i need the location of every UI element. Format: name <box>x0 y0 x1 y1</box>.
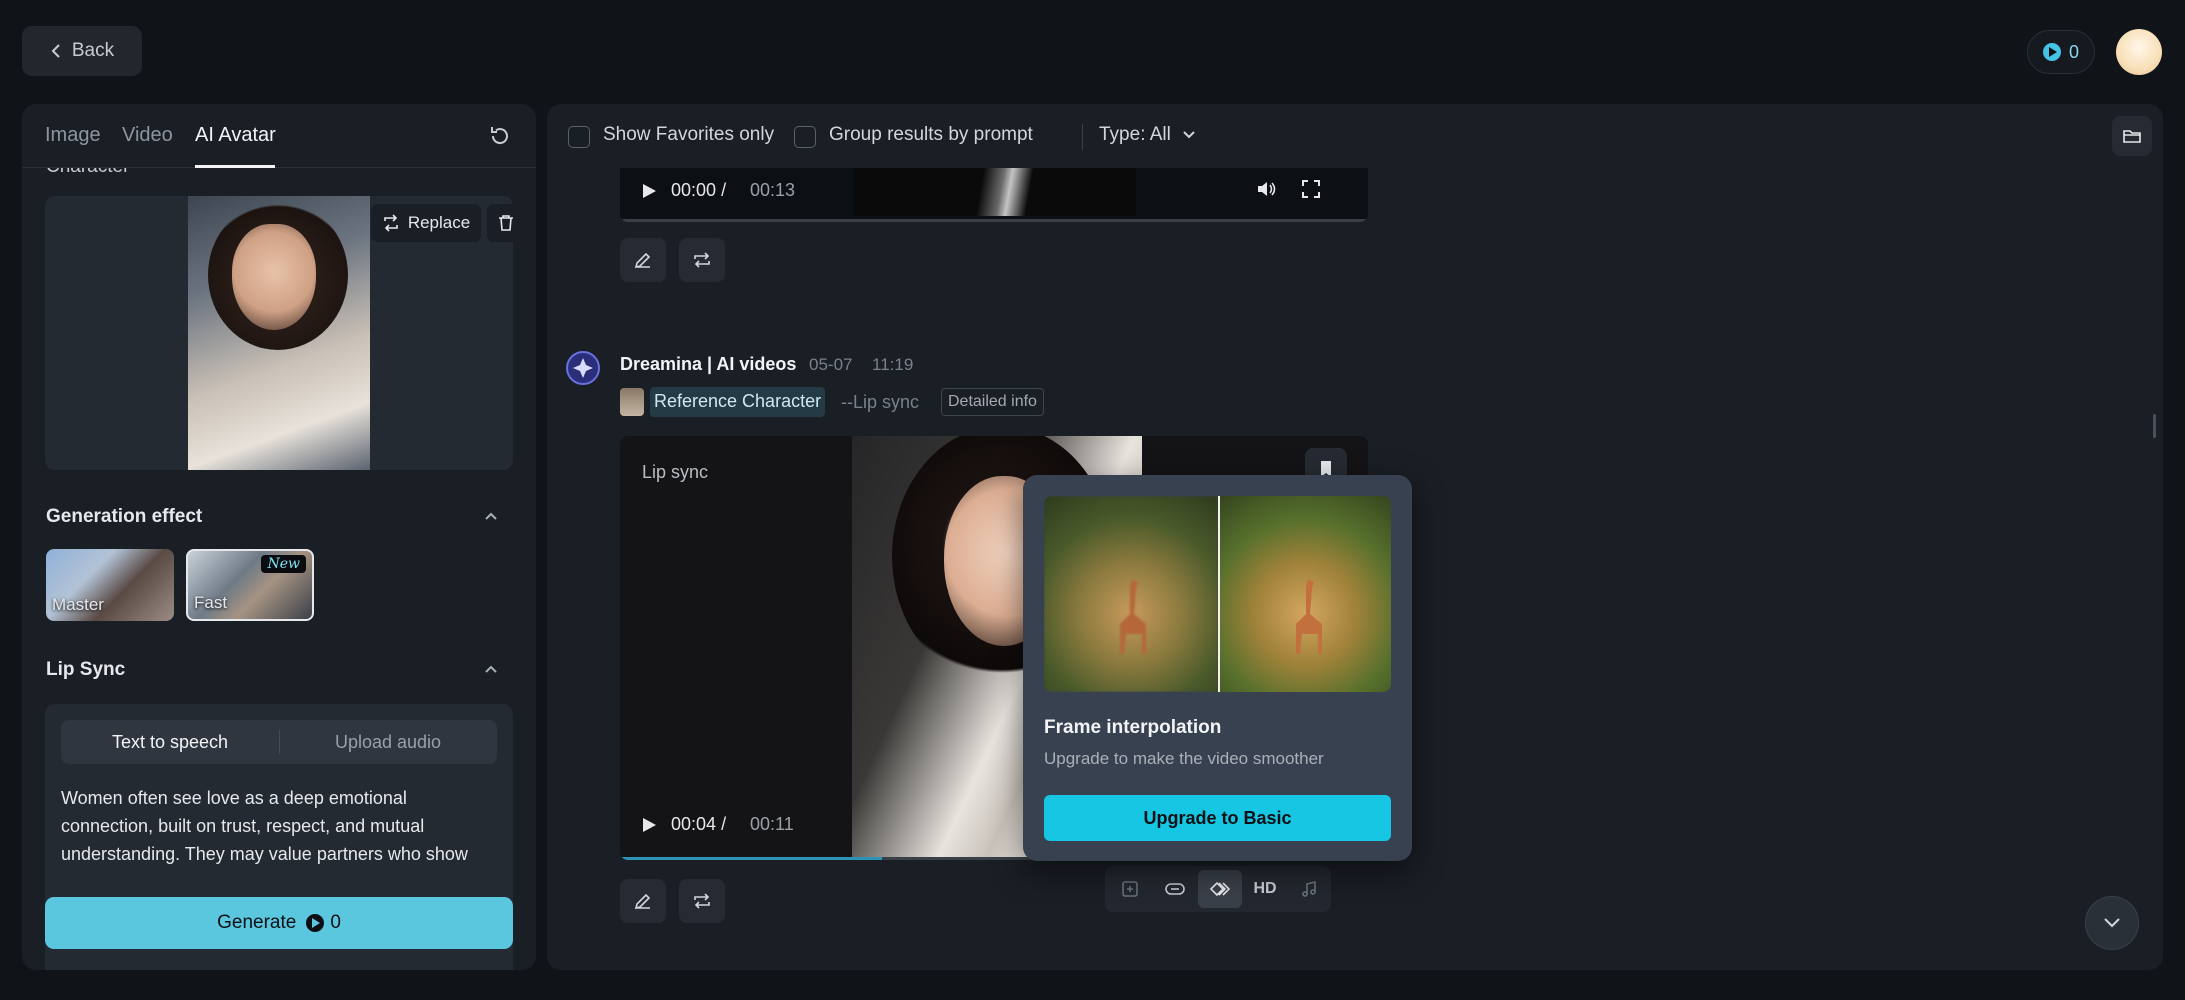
effect-option-master[interactable]: Master <box>46 549 174 621</box>
folder-button[interactable] <box>2112 116 2152 156</box>
scroll-down-button[interactable] <box>2085 896 2139 950</box>
previous-video-player[interactable]: 00:00 / 00:13 <box>620 168 1368 222</box>
volume-icon[interactable] <box>1256 178 1278 200</box>
extend-icon <box>1122 881 1138 897</box>
filter-bar: Show Favorites only Group results by pro… <box>547 104 2163 168</box>
video-label: Lip sync <box>642 462 709 482</box>
result-date: 05-07 <box>809 355 853 374</box>
scrollbar-thumb[interactable] <box>2153 414 2156 438</box>
loop-button[interactable] <box>1153 870 1197 908</box>
favorites-label: Show Favorites only <box>603 124 775 145</box>
type-filter-dropdown[interactable]: Type: All <box>1083 124 1196 146</box>
effect-label: Master <box>52 595 104 614</box>
chevron-up-icon[interactable] <box>483 508 499 524</box>
video-action-toolbar: HD <box>1105 866 1331 912</box>
chevron-down-icon <box>2104 918 2120 928</box>
edit-button[interactable] <box>620 879 666 923</box>
chevron-up-icon[interactable] <box>483 661 499 677</box>
extend-button[interactable] <box>1108 870 1152 908</box>
back-button[interactable]: Back <box>22 26 142 76</box>
generate-button[interactable]: Generate 0 <box>45 897 513 949</box>
reset-icon[interactable] <box>488 124 512 148</box>
reference-thumbnail <box>620 388 644 416</box>
user-avatar[interactable] <box>2116 29 2162 75</box>
music-note-icon <box>1302 880 1316 897</box>
regenerate-button[interactable] <box>679 879 725 923</box>
current-time: 00:04 / <box>671 814 727 834</box>
reference-chip[interactable]: Reference Character <box>650 387 826 417</box>
lip-sync-mode-toggle: Text to speech Upload audio <box>61 720 497 764</box>
play-icon[interactable] <box>640 182 658 200</box>
play-icon[interactable] <box>640 816 658 834</box>
replace-button[interactable]: Replace <box>371 204 481 242</box>
generate-label: Generate <box>217 912 297 933</box>
favorites-checkbox[interactable] <box>568 126 590 148</box>
detailed-info-button[interactable]: Detailed info <box>941 388 1044 416</box>
edit-button[interactable] <box>620 238 666 282</box>
total-time: 00:13 <box>750 180 796 200</box>
frame-interpolation-popup: Frame interpolation Upgrade to make the … <box>1023 475 1412 861</box>
hd-button[interactable]: HD <box>1243 870 1287 908</box>
tab-video[interactable]: Video <box>122 124 173 147</box>
swap-icon <box>384 214 398 232</box>
repeat-icon <box>694 893 710 909</box>
interpolation-icon <box>1209 881 1231 897</box>
trash-icon <box>499 215 513 231</box>
result-source: Dreamina | AI videos <box>620 354 797 374</box>
speech-text-input[interactable]: Women often see love as a deep emotional… <box>61 784 501 868</box>
pencil-icon <box>634 252 651 269</box>
generate-cost: 0 <box>330 912 341 933</box>
tab-ai-avatar[interactable]: AI Avatar <box>195 124 276 147</box>
chevron-left-icon <box>51 44 60 58</box>
credit-coin-icon <box>2042 43 2061 61</box>
giraffe-image <box>1295 580 1322 654</box>
chevron-down-icon <box>1183 131 1195 139</box>
folder-icon <box>2123 130 2141 143</box>
upload-audio-option[interactable]: Upload audio <box>279 732 497 753</box>
credit-coin-icon <box>306 914 325 932</box>
effect-label: Fast <box>194 593 228 612</box>
new-badge: New <box>261 555 306 573</box>
tab-image[interactable]: Image <box>45 124 101 147</box>
left-panel: Image Video AI Avatar Character Replace … <box>22 104 536 970</box>
group-checkbox[interactable] <box>794 126 816 148</box>
current-time: 00:00 / <box>671 180 727 200</box>
back-label: Back <box>71 40 115 61</box>
total-time: 00:11 <box>750 814 794 834</box>
popup-title: Frame interpolation <box>1044 717 1222 738</box>
character-preview: Replace <box>45 196 513 470</box>
text-to-speech-option[interactable]: Text to speech <box>61 732 279 753</box>
generation-effect-title: Generation effect <box>46 506 203 527</box>
video-progress[interactable] <box>620 857 882 860</box>
upgrade-button[interactable]: Upgrade to Basic <box>1044 795 1391 841</box>
credits-indicator[interactable]: 0 <box>2027 30 2095 74</box>
fullscreen-icon[interactable] <box>1300 178 1322 200</box>
frame-interpolation-button[interactable] <box>1198 870 1242 908</box>
result-time: 11:19 <box>872 355 914 374</box>
audio-button[interactable] <box>1287 870 1331 908</box>
credits-count: 0 <box>2068 41 2079 62</box>
link-icon <box>1165 883 1185 895</box>
dreamina-logo-icon <box>566 351 600 385</box>
character-photo <box>188 196 370 470</box>
group-label: Group results by prompt <box>829 124 1033 145</box>
hd-label: HD <box>1253 880 1277 897</box>
replace-label: Replace <box>407 213 471 232</box>
type-filter-label: Type: All <box>1099 124 1171 145</box>
effect-option-fast[interactable]: New Fast <box>186 549 314 621</box>
regenerate-button[interactable] <box>679 238 725 282</box>
video-frame <box>853 168 1136 216</box>
lip-sync-title: Lip Sync <box>46 659 126 680</box>
active-tab-indicator <box>195 165 275 168</box>
pencil-icon <box>634 893 651 910</box>
popup-subtitle: Upgrade to make the video smoother <box>1044 749 1324 768</box>
delete-button[interactable] <box>487 204 513 242</box>
repeat-icon <box>694 252 710 268</box>
giraffe-image <box>1120 580 1146 654</box>
result-mode: --Lip sync <box>841 392 920 412</box>
popup-comparison-image <box>1044 496 1391 692</box>
mode-tabs: Image Video AI Avatar <box>22 104 536 168</box>
